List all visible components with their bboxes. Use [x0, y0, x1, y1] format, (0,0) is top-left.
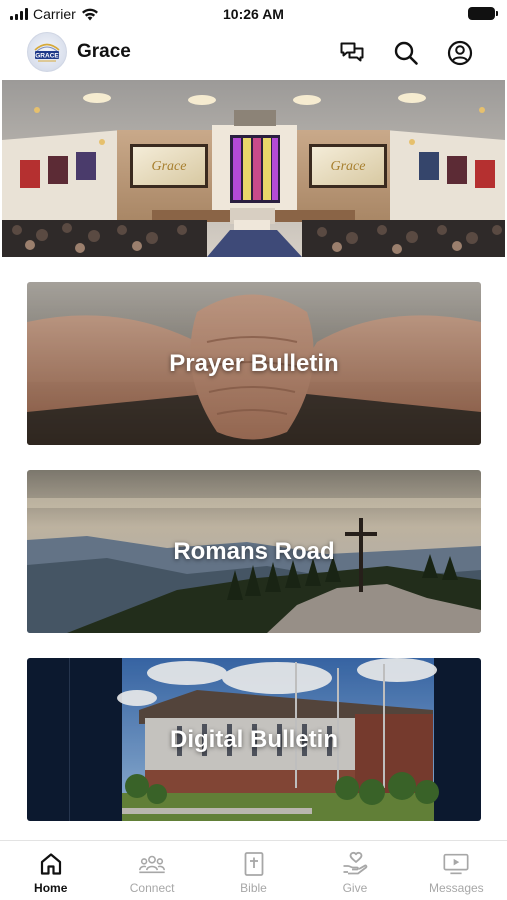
tab-bible-label: Bible: [240, 881, 267, 895]
digital-bulletin-card[interactable]: Digital Bulletin: [27, 658, 481, 821]
video-icon: [442, 850, 470, 878]
tab-home[interactable]: Home: [0, 841, 101, 900]
hero-sanctuary-image: Grace Grace: [2, 80, 505, 257]
chat-bubbles-icon[interactable]: [337, 38, 367, 68]
bottom-tab-bar: Home Connect Bible Give Messages: [0, 840, 507, 900]
hero-screen-right-text: Grace: [331, 159, 366, 174]
hero-screen-left-text: Grace: [152, 159, 187, 174]
tab-bible[interactable]: Bible: [203, 841, 304, 900]
status-time: 10:26 AM: [223, 6, 284, 22]
bible-icon: [240, 850, 268, 878]
battery-icon: [468, 7, 498, 20]
tab-give[interactable]: Give: [304, 841, 405, 900]
status-right: [468, 7, 498, 20]
prayer-bulletin-card[interactable]: Prayer Bulletin: [27, 282, 481, 445]
tab-home-label: Home: [34, 881, 68, 895]
people-icon: [138, 850, 166, 878]
prayer-bulletin-label: Prayer Bulletin: [169, 349, 339, 377]
logo-text: GRACE: [35, 53, 59, 60]
search-icon[interactable]: [391, 38, 421, 68]
app-title: Grace: [77, 41, 131, 62]
status-bar: Carrier 10:26 AM: [0, 0, 507, 28]
tab-connect[interactable]: Connect: [101, 841, 202, 900]
logo-emblem-icon: GRACE: [34, 43, 60, 62]
romans-road-card[interactable]: Romans Road: [27, 470, 481, 633]
app-header: GRACE Grace: [0, 30, 507, 76]
romans-road-label: Romans Road: [173, 537, 335, 565]
tab-messages[interactable]: Messages: [406, 841, 507, 900]
home-icon: [37, 850, 65, 878]
church-logo: GRACE: [27, 32, 67, 72]
account-icon[interactable]: [445, 38, 475, 68]
tab-give-label: Give: [342, 881, 368, 895]
digital-bulletin-label: Digital Bulletin: [170, 725, 338, 753]
tab-connect-label: Connect: [129, 881, 175, 895]
tab-messages-label: Messages: [428, 881, 484, 895]
give-icon: [341, 850, 369, 878]
